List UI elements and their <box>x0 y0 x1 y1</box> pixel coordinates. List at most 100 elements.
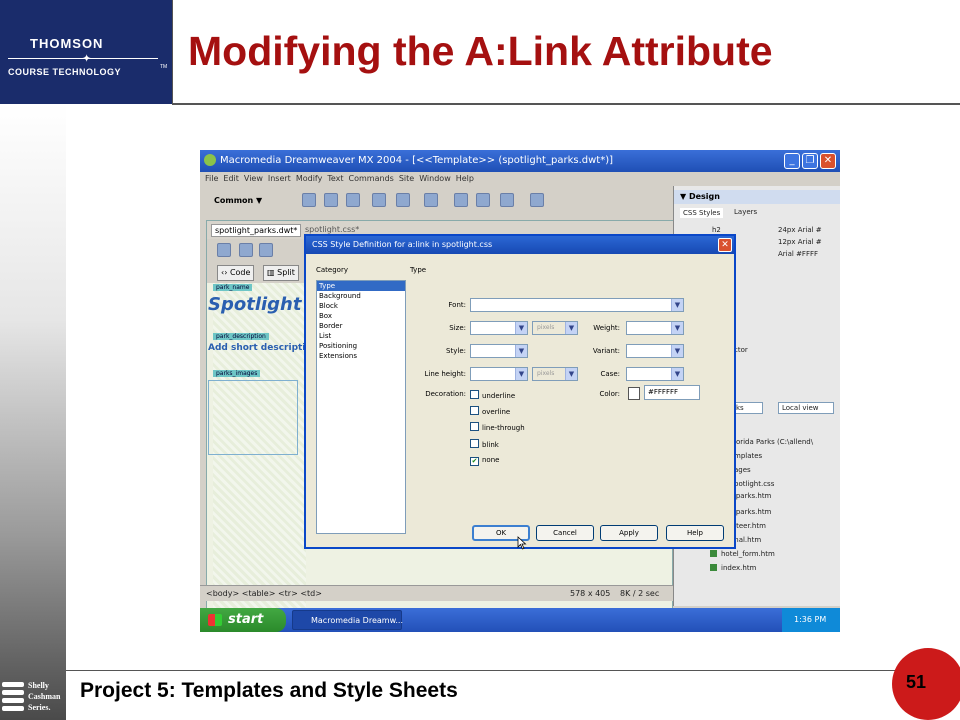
tag-chooser-icon[interactable] <box>530 193 544 207</box>
case-select[interactable]: ▼ <box>626 367 684 381</box>
status-bar: <body> <table> <tr> <td> 578 x 405 8K / … <box>200 585 673 601</box>
category-header: Category <box>316 266 348 274</box>
checkbox-none-checked-icon[interactable]: ✔ <box>470 457 479 466</box>
comment-icon[interactable] <box>476 193 490 207</box>
size-unit-select[interactable]: pixels ▼ <box>532 321 578 335</box>
close-button[interactable]: ✕ <box>820 153 836 169</box>
checkbox-overline[interactable] <box>470 406 479 415</box>
tag-selector[interactable]: <body> <table> <tr> <td> <box>206 589 322 598</box>
save-icon[interactable] <box>259 243 273 257</box>
checkbox-blink[interactable] <box>470 439 479 448</box>
style-row-value: Arial #FFFF <box>778 250 819 258</box>
taskbar-item-dreamweaver[interactable]: Macromedia Dreamw... <box>292 610 403 630</box>
menu-commands[interactable]: Commands <box>349 174 394 183</box>
style-select[interactable]: ▼ <box>470 344 528 358</box>
color-value-field[interactable]: #FFFFFF <box>644 385 700 400</box>
site-dropdown[interactable]: ks <box>732 402 763 414</box>
decoration-blink[interactable]: blink <box>470 439 499 449</box>
color-picker-button[interactable] <box>628 387 640 400</box>
variant-select[interactable]: ▼ <box>626 344 684 358</box>
category-item-type[interactable]: Type <box>317 281 405 291</box>
footer-text: Project 5: Templates and Style Sheets <box>80 679 458 702</box>
start-button[interactable]: start <box>200 608 286 632</box>
line-height-select[interactable]: ▼ <box>470 367 528 381</box>
file-item[interactable]: potlight.css <box>734 480 774 488</box>
dialog-close-icon[interactable]: ✕ <box>718 238 732 252</box>
weight-select[interactable]: ▼ <box>626 321 684 335</box>
menu-insert[interactable]: Insert <box>268 174 291 183</box>
apply-button[interactable]: Apply <box>600 525 658 541</box>
split-view-label: Split <box>277 268 295 277</box>
templates-icon[interactable] <box>500 193 514 207</box>
chevron-down-icon: ▼ <box>515 368 527 380</box>
tab-spotlight-css[interactable]: spotlight.css* <box>305 225 359 234</box>
menu-file[interactable]: File <box>205 174 218 183</box>
logo-line2: COURSE TECHNOLOGY <box>8 67 122 77</box>
left-gradient-bar <box>0 104 66 720</box>
site-root[interactable]: lorida Parks (C:\allend\ <box>734 438 813 446</box>
maximize-button[interactable]: ❐ <box>802 153 818 169</box>
font-select[interactable]: ▼ <box>470 298 684 312</box>
menu-text[interactable]: Text <box>327 174 343 183</box>
dialog-title: CSS Style Definition for a:link in spotl… <box>312 240 493 249</box>
design-panel-title: Design <box>688 192 720 201</box>
style-row-value: 24px Arial # <box>778 226 822 234</box>
decoration-underline[interactable]: underline <box>470 390 515 400</box>
chevron-down-icon: ▼ <box>671 345 683 357</box>
table-icon[interactable] <box>372 193 386 207</box>
image-icon[interactable] <box>396 193 410 207</box>
clock: 1:36 PM <box>794 615 827 624</box>
menu-window[interactable]: Window <box>419 174 451 183</box>
line-height-unit-select[interactable]: pixels ▼ <box>532 367 578 381</box>
folder-item[interactable]: ages <box>734 466 751 474</box>
style-row-name[interactable]: h2 <box>712 226 721 234</box>
decoration-line-through[interactable]: line-through <box>470 422 525 432</box>
menu-view[interactable]: View <box>244 174 263 183</box>
category-item-list[interactable]: List <box>317 331 405 341</box>
local-view-dropdown[interactable]: Local view <box>778 402 834 414</box>
category-item-extensions[interactable]: Extensions <box>317 351 405 361</box>
insert-category-dropdown[interactable]: Common ▼ <box>214 196 262 205</box>
file-item[interactable]: hotel_form.htm <box>710 550 775 558</box>
cancel-button[interactable]: Cancel <box>536 525 594 541</box>
hyperlink-icon[interactable] <box>302 193 316 207</box>
size-select[interactable]: ▼ <box>470 321 528 335</box>
category-item-box[interactable]: Box <box>317 311 405 321</box>
category-item-positioning[interactable]: Positioning <box>317 341 405 351</box>
chevron-down-icon: ▼ <box>515 322 527 334</box>
decoration-none[interactable]: ✔ none <box>470 456 499 466</box>
anchor-icon[interactable] <box>346 193 360 207</box>
tab-spotlight-parks[interactable]: spotlight_parks.dwt* <box>211 224 302 237</box>
category-item-background[interactable]: Background <box>317 291 405 301</box>
menu-modify[interactable]: Modify <box>296 174 323 183</box>
chevron-down-icon: ▼ <box>671 299 683 311</box>
logo-divider <box>8 58 158 59</box>
design-panel-header[interactable]: ▼ Design <box>674 190 840 204</box>
tab-css-styles[interactable]: CSS Styles <box>680 208 724 218</box>
new-document-icon[interactable] <box>217 243 231 257</box>
series-logo-line2: Cashman <box>28 692 61 701</box>
checkbox-line-through[interactable] <box>470 422 479 431</box>
menu-help[interactable]: Help <box>456 174 474 183</box>
category-item-block[interactable]: Block <box>317 301 405 311</box>
category-item-border[interactable]: Border <box>317 321 405 331</box>
split-view-button[interactable]: ▥ Split <box>263 265 299 281</box>
tag-inspector-label: ctor <box>734 346 748 354</box>
media-icon[interactable] <box>424 193 438 207</box>
open-icon[interactable] <box>239 243 253 257</box>
date-icon[interactable] <box>454 193 468 207</box>
chevron-down-icon: ▼ <box>671 322 683 334</box>
checkbox-underline[interactable] <box>470 390 479 399</box>
decoration-overline[interactable]: overline <box>470 406 510 416</box>
taskbar-item-label: Macromedia Dreamw... <box>311 616 403 625</box>
minimize-button[interactable]: _ <box>784 153 800 169</box>
folder-item[interactable]: mplates <box>734 452 762 460</box>
file-item[interactable]: index.htm <box>710 564 756 572</box>
code-view-button[interactable]: ‹› Code <box>217 265 255 281</box>
footer-divider <box>66 670 960 671</box>
email-link-icon[interactable] <box>324 193 338 207</box>
help-button[interactable]: Help <box>666 525 724 541</box>
tab-layers[interactable]: Layers <box>734 208 757 216</box>
menu-edit[interactable]: Edit <box>223 174 239 183</box>
menu-site[interactable]: Site <box>399 174 414 183</box>
